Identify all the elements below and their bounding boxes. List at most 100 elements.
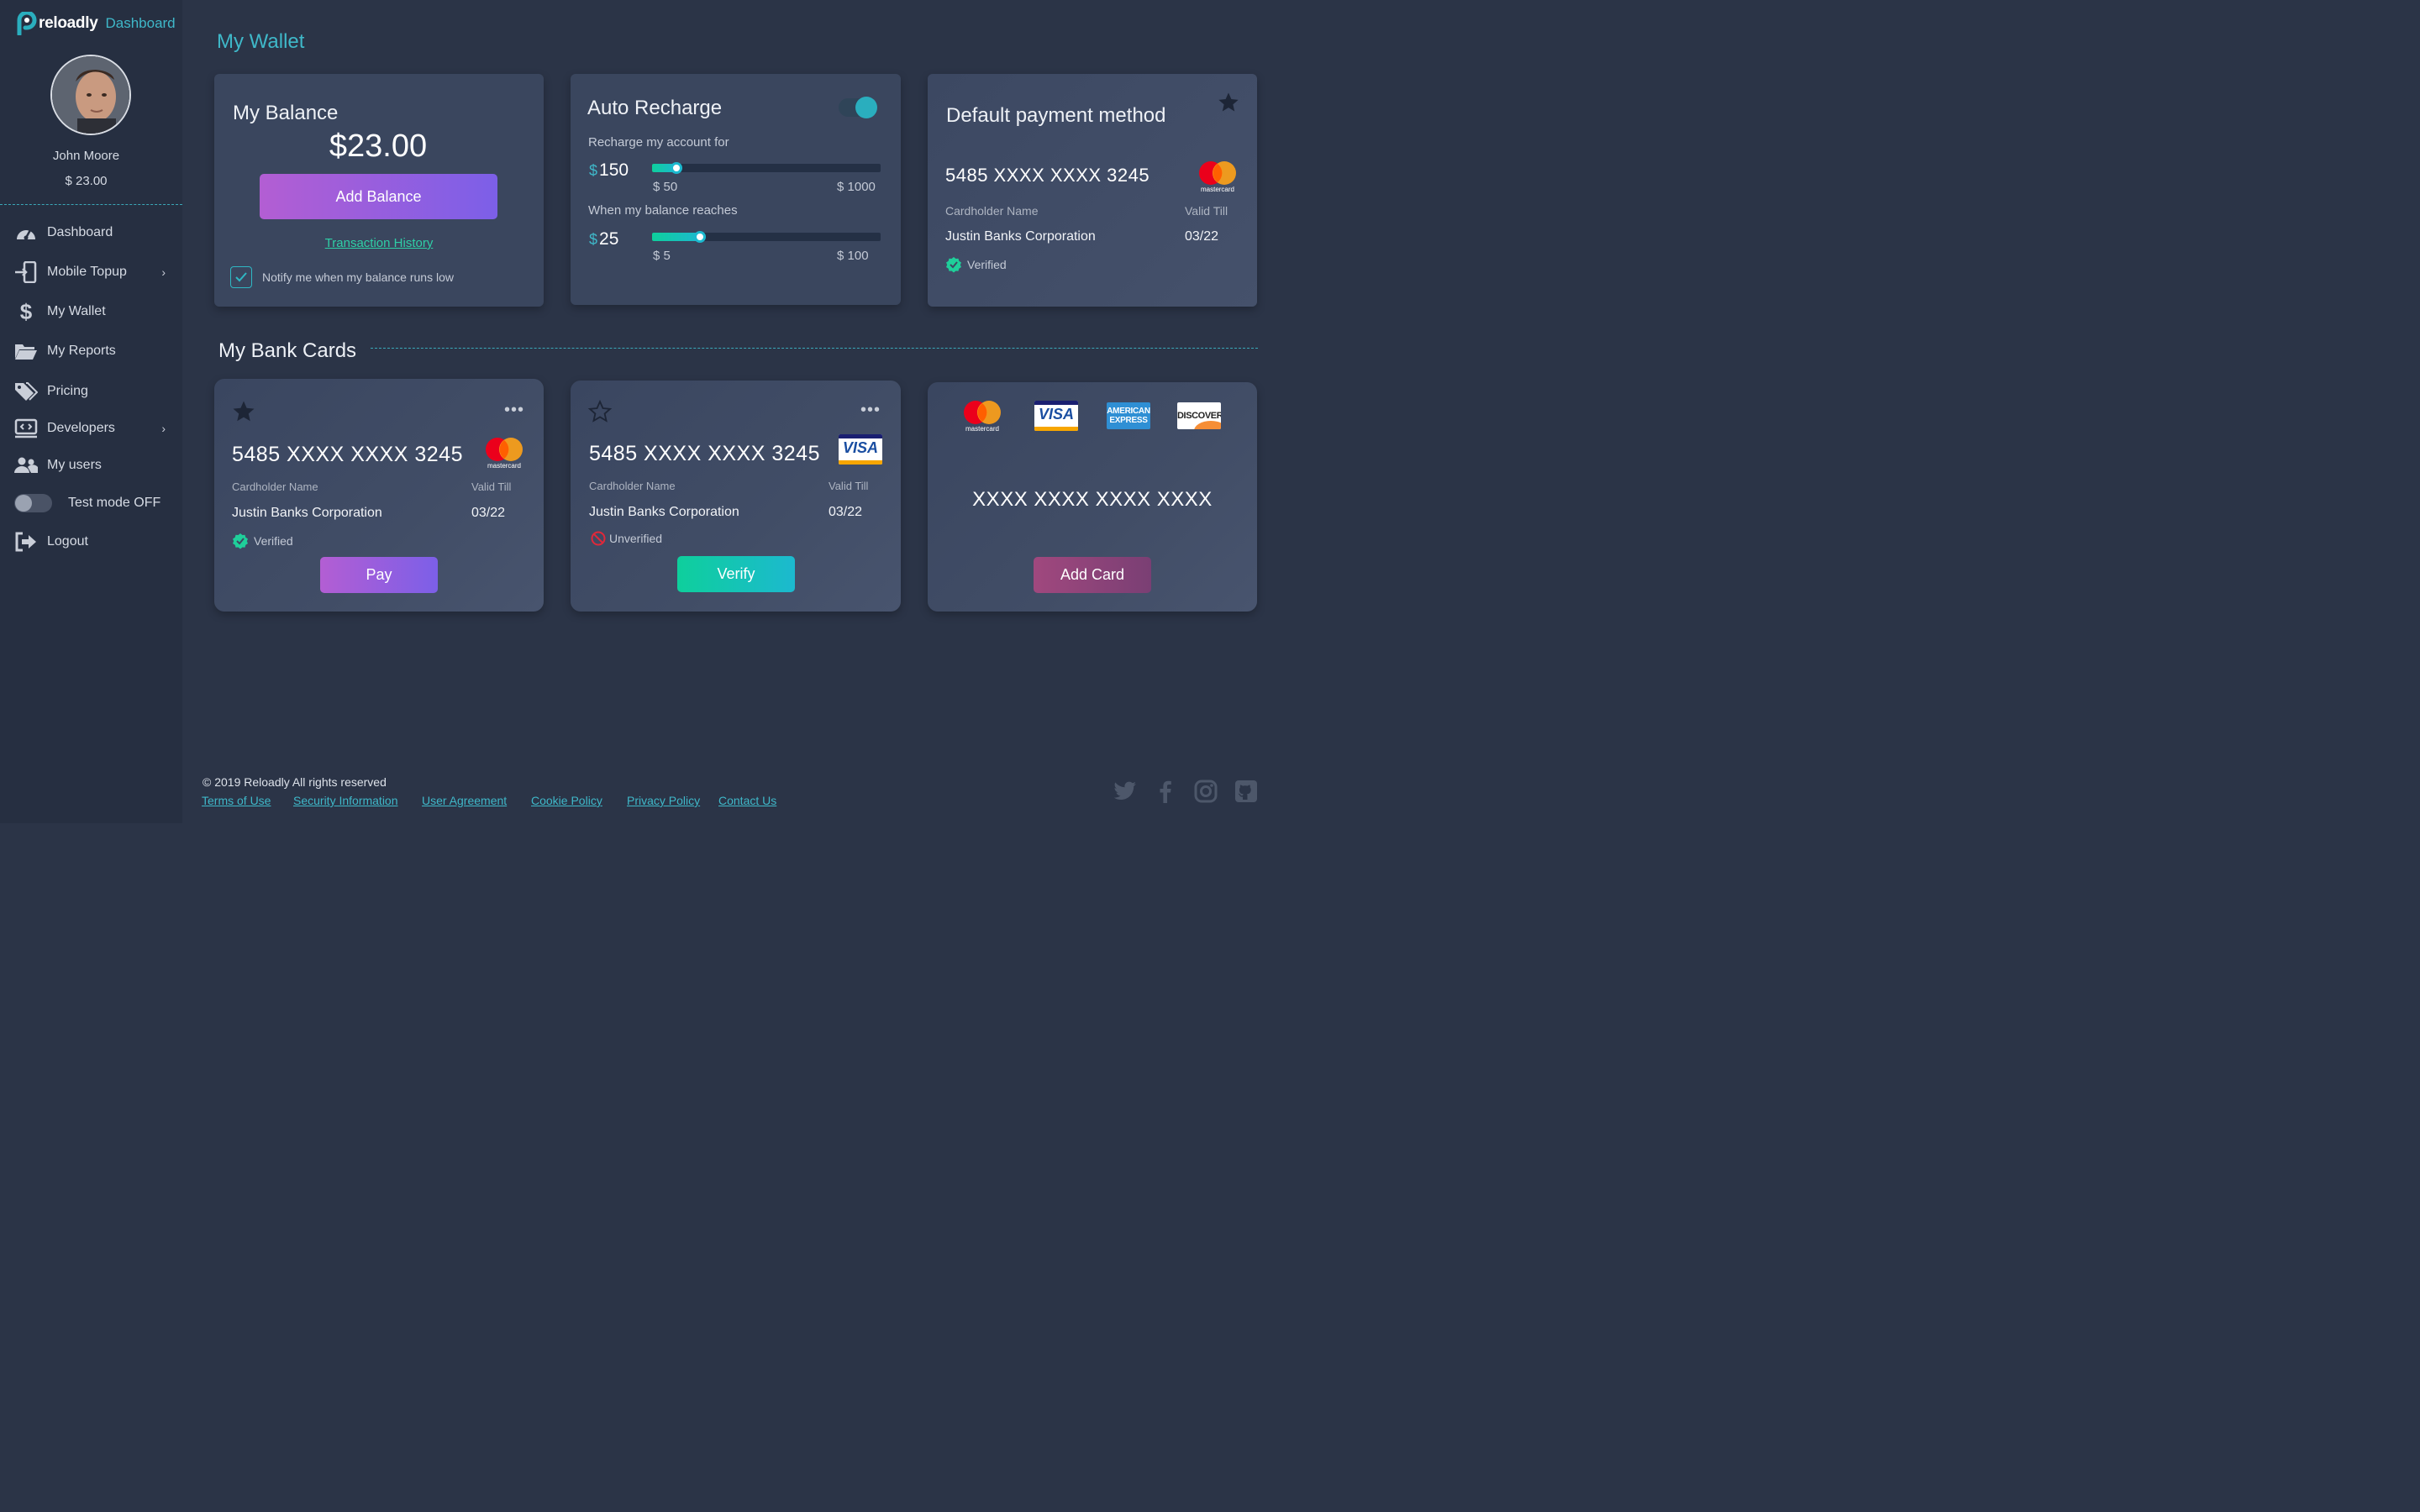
footer-copyright: © 2019 Reloadly All rights reserved <box>203 775 387 789</box>
sidebar-item-label: Dashboard <box>47 225 113 239</box>
verified-status: Verified <box>232 533 293 549</box>
sidebar-item-pricing[interactable]: Pricing <box>0 375 182 407</box>
dollar-icon: $ <box>19 298 33 324</box>
recharge-label: Recharge my account for <box>588 135 729 150</box>
page-title: My Wallet <box>217 30 305 53</box>
sidebar-item-label: Pricing <box>47 384 88 398</box>
sidebar-item-label: My users <box>47 458 102 472</box>
discover-logo: DISCOVER <box>1177 402 1221 429</box>
recharge-value: $150 <box>589 160 629 181</box>
brand-section: Dashboard <box>105 15 176 31</box>
valid-till-value: 03/22 <box>1185 229 1219 244</box>
verify-button[interactable]: Verify <box>677 556 795 592</box>
transaction-history-link[interactable]: Transaction History <box>214 236 544 250</box>
sidebar-item-my-wallet[interactable]: $ My Wallet <box>0 296 182 328</box>
slider-handle[interactable] <box>694 231 707 243</box>
notify-label: Notify me when my balance runs low <box>262 270 454 284</box>
slider-handle[interactable] <box>670 162 682 174</box>
star-outline-icon[interactable] <box>587 399 613 428</box>
default-payment-title: Default payment method <box>946 104 1166 127</box>
twitter-icon[interactable] <box>1113 780 1137 803</box>
github-icon[interactable] <box>1234 780 1258 803</box>
footer-link-cookie-policy[interactable]: Cookie Policy <box>531 794 602 807</box>
balance-card: My Balance $23.00 Add Balance Transactio… <box>214 74 544 307</box>
american-express-logo: AMERICAN EXPRESS <box>1107 402 1150 429</box>
footer-link-user-agreement[interactable]: User Agreement <box>422 794 507 807</box>
auto-recharge-title: Auto Recharge <box>587 97 723 119</box>
chevron-right-icon: › <box>161 422 166 435</box>
instagram-icon[interactable] <box>1194 780 1218 803</box>
currency-symbol: $ <box>589 162 598 179</box>
footer-link-security[interactable]: Security Information <box>293 794 398 807</box>
valid-till-value: 03/22 <box>471 506 506 520</box>
sidebar-item-my-users[interactable]: My users <box>0 449 182 481</box>
card-number: 5485 XXXX XXXX 3245 <box>232 443 463 466</box>
toggle-knob <box>855 97 877 118</box>
sidebar-item-label: Test mode OFF <box>68 496 161 510</box>
folder-icon <box>13 339 39 364</box>
sidebar-item-dashboard[interactable]: Dashboard <box>0 217 182 249</box>
card-menu-button[interactable]: ••• <box>504 401 524 420</box>
mastercard-logo: mastercard <box>483 436 525 470</box>
recharge-max: $ 1000 <box>837 180 876 194</box>
sidebar-item-label: My Wallet <box>47 304 106 318</box>
test-mode-toggle[interactable] <box>14 494 52 512</box>
threshold-slider[interactable] <box>652 231 881 243</box>
users-icon <box>13 453 39 478</box>
avatar[interactable] <box>50 55 131 135</box>
threshold-max: $ 100 <box>837 249 869 263</box>
facebook-icon[interactable] <box>1154 780 1177 803</box>
status-text: Unverified <box>609 532 663 545</box>
card-menu-button[interactable]: ••• <box>860 401 881 420</box>
logout-icon <box>13 529 39 554</box>
cardholder-label: Cardholder Name <box>589 480 676 492</box>
footer-link-privacy-policy[interactable]: Privacy Policy <box>627 794 700 807</box>
profile-name: John Moore <box>52 149 120 163</box>
add-balance-button[interactable]: Add Balance <box>260 174 497 219</box>
sidebar-item-my-reports[interactable]: My Reports <box>0 335 182 367</box>
footer-link-contact-us[interactable]: Contact Us <box>718 794 776 807</box>
slider-fill <box>652 233 701 241</box>
reloadly-logo-icon <box>17 10 37 37</box>
verified-badge-icon <box>233 533 248 549</box>
sidebar-item-label: Mobile Topup <box>47 265 127 279</box>
visa-text: VISA <box>1038 406 1074 423</box>
threshold-amount: 25 <box>599 229 619 249</box>
phone-topup-icon <box>13 260 39 285</box>
visa-logo: VISA <box>1034 401 1078 431</box>
pay-button[interactable]: Pay <box>320 557 438 593</box>
prohibited-icon <box>591 531 606 546</box>
sidebar-item-test-mode[interactable]: Test mode OFF <box>0 487 182 519</box>
brand-logo[interactable]: reloadly Dashboard <box>17 10 176 37</box>
recharge-slider[interactable] <box>652 162 881 174</box>
cardholder-name: Justin Banks Corporation <box>945 229 1096 244</box>
default-payment-card: Default payment method 5485 XXXX XXXX 32… <box>928 74 1257 307</box>
status-text: Verified <box>967 258 1007 271</box>
visa-band-bottom <box>1034 427 1078 431</box>
add-card-button[interactable]: Add Card <box>1034 557 1151 593</box>
sidebar-item-label: Logout <box>47 534 88 549</box>
star-filled-icon[interactable] <box>1217 91 1240 118</box>
new-card-placeholder-number: XXXX XXXX XXXX XXXX <box>972 488 1213 511</box>
balance-amount: $23.00 <box>329 129 428 164</box>
tag-icon <box>13 379 39 404</box>
visa-band-top <box>1034 401 1078 405</box>
section-divider <box>371 348 1258 349</box>
profile-balance: $ 23.00 <box>65 174 108 188</box>
amex-text-line1: AMERICAN <box>1107 407 1150 416</box>
avatar-portrait <box>52 56 129 134</box>
sidebar-item-mobile-topup[interactable]: Mobile Topup › <box>0 256 182 288</box>
check-icon <box>235 272 247 282</box>
mastercard-logo: mastercard <box>961 399 1003 433</box>
valid-till-label: Valid Till <box>829 480 869 492</box>
notify-checkbox[interactable] <box>230 266 252 288</box>
bank-card-mastercard: ••• 5485 XXXX XXXX 3245 mastercard Cardh… <box>214 379 544 612</box>
auto-recharge-toggle[interactable] <box>839 97 877 118</box>
sidebar: reloadly Dashboard John Moore $ 23.00 Da… <box>0 0 182 823</box>
visa-band-top <box>839 434 882 438</box>
footer-link-terms[interactable]: Terms of Use <box>202 794 271 807</box>
cardholder-label: Cardholder Name <box>945 204 1039 218</box>
sidebar-item-developers[interactable]: Developers › <box>0 412 182 444</box>
sidebar-item-logout[interactable]: Logout <box>0 526 182 558</box>
star-filled-icon[interactable] <box>231 399 256 428</box>
